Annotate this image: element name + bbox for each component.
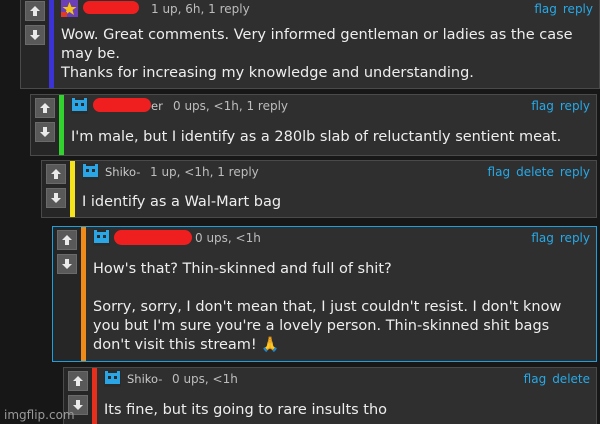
comment-actions: flag delete — [518, 372, 590, 386]
redacted-username — [93, 98, 151, 112]
imgflip-watermark: imgflip.com — [4, 408, 75, 422]
comment-meta: er 0 ups, <1h, 1 reply flag reply — [71, 97, 590, 115]
comment-3: Shiko- 1 up, <1h, 1 reply flag delete repl… — [41, 160, 597, 218]
username[interactable]: Shiko- — [127, 372, 162, 386]
arrow-down-icon — [30, 30, 40, 40]
comment-actions: flag reply — [528, 2, 593, 16]
thread-depth-bar — [59, 95, 64, 155]
vote-column — [42, 161, 70, 217]
comment-stats: 1 up, <1h, 1 reply — [150, 165, 259, 179]
flag-link[interactable]: flag — [531, 99, 554, 113]
upvote-button[interactable] — [57, 230, 77, 250]
upvote-button[interactable] — [68, 371, 88, 391]
arrow-up-icon — [62, 235, 72, 245]
comment-meta: Shiko- 1 up, <1h, 1 reply flag delete repl… — [82, 163, 590, 181]
comment-text: Its fine, but its going to rare insults … — [104, 402, 388, 418]
avatar[interactable] — [93, 229, 110, 246]
thread-depth-bar — [49, 0, 54, 88]
comment-meta: Shiko- 0 ups, <1h flag delete — [104, 370, 590, 388]
comment-1: 1 up, 6h, 1 reply flag reply Wow. Great c… — [20, 0, 600, 89]
flag-link[interactable]: flag — [524, 372, 547, 386]
reply-link[interactable]: reply — [560, 165, 590, 179]
vote-column — [21, 0, 49, 88]
flag-link[interactable]: flag — [534, 2, 557, 16]
username[interactable]: Shiko- — [105, 165, 140, 179]
vote-column — [31, 95, 59, 155]
downvote-button[interactable] — [57, 254, 77, 274]
delete-link[interactable]: delete — [516, 165, 554, 179]
arrow-down-icon — [40, 127, 50, 137]
comment-actions: flag reply — [525, 231, 590, 245]
downvote-button[interactable] — [25, 25, 45, 45]
avatar[interactable] — [71, 97, 88, 114]
upvote-button[interactable] — [25, 1, 45, 21]
comment-2: er 0 ups, <1h, 1 reply flag reply I'm mal… — [30, 94, 597, 156]
comment-stats: 0 ups, <1h — [172, 372, 238, 386]
comment-actions: flag reply — [525, 99, 590, 113]
comment-4: 0 ups, <1h flag reply How's that? Thin-sk… — [52, 226, 597, 362]
avatar[interactable] — [82, 163, 99, 180]
arrow-up-icon — [30, 6, 40, 16]
thread-depth-bar — [81, 227, 86, 361]
delete-link[interactable]: delete — [552, 372, 590, 386]
comment-5: Shiko- 0 ups, <1h flag delete Its fine, b… — [63, 367, 597, 424]
upvote-button[interactable] — [35, 98, 55, 118]
downvote-button[interactable] — [35, 122, 55, 142]
comment-text: Wow. Great comments. Very informed gentl… — [61, 27, 573, 81]
username[interactable]: er — [151, 99, 163, 113]
comment-meta: 0 ups, <1h flag reply — [93, 229, 590, 247]
thread-depth-bar — [70, 161, 75, 217]
comment-actions: flag delete reply — [482, 165, 590, 179]
thread-depth-bar — [92, 368, 97, 424]
upvote-button[interactable] — [46, 164, 66, 184]
flag-link[interactable]: flag — [488, 165, 511, 179]
flag-link[interactable]: flag — [531, 231, 554, 245]
downvote-button[interactable] — [46, 188, 66, 208]
arrow-up-icon — [73, 376, 83, 386]
vote-column — [53, 227, 81, 361]
comment-meta: 1 up, 6h, 1 reply flag reply — [61, 0, 593, 18]
comment-stats: 0 ups, <1h, 1 reply — [173, 99, 289, 113]
avatar[interactable] — [104, 370, 121, 387]
avatar[interactable] — [61, 0, 78, 17]
comment-text: I identify as a Wal-Mart bag — [82, 194, 282, 210]
arrow-down-icon — [62, 259, 72, 269]
comment-stats: 0 ups, <1h — [195, 231, 261, 245]
arrow-down-icon — [51, 193, 61, 203]
comment-text: I'm male, but I identify as a 280lb slab… — [71, 129, 562, 145]
comment-text: How's that? Thin-skinned and full of shi… — [93, 261, 562, 353]
reply-link[interactable]: reply — [563, 2, 593, 16]
redacted-username — [83, 1, 139, 14]
reply-link[interactable]: reply — [560, 231, 590, 245]
arrow-up-icon — [51, 169, 61, 179]
arrow-up-icon — [40, 103, 50, 113]
redacted-username — [114, 230, 192, 245]
reply-link[interactable]: reply — [560, 99, 590, 113]
comment-stats: 1 up, 6h, 1 reply — [151, 2, 250, 16]
